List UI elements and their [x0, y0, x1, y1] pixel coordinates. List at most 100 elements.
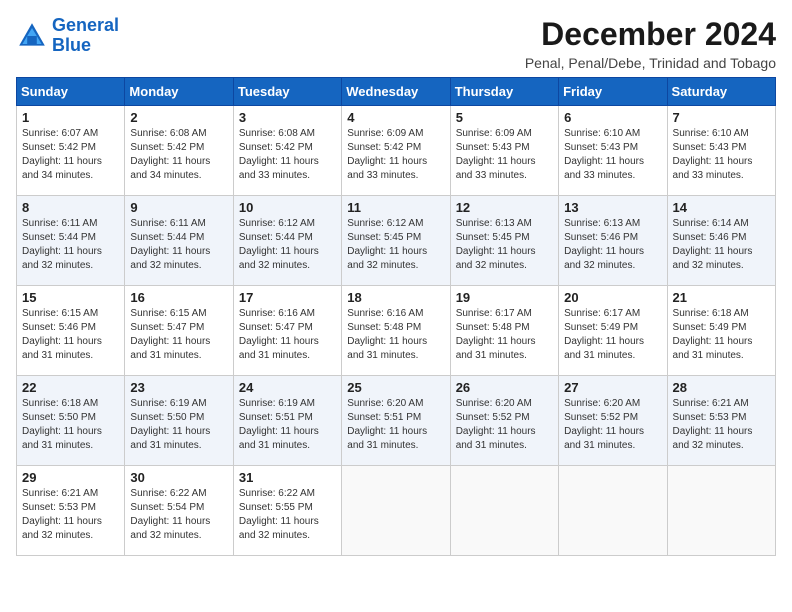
calendar-week-row: 22 Sunrise: 6:18 AM Sunset: 5:50 PM Dayli…	[17, 376, 776, 466]
day-info: Sunrise: 6:17 AM Sunset: 5:49 PM Dayligh…	[564, 307, 661, 363]
calendar-cell: 20 Sunrise: 6:17 AM Sunset: 5:49 PM Dayli…	[559, 286, 667, 376]
day-number: 29	[22, 470, 119, 485]
day-info: Sunrise: 6:12 AM Sunset: 5:45 PM Dayligh…	[347, 217, 444, 273]
day-number: 26	[456, 380, 553, 395]
calendar-cell: 16 Sunrise: 6:15 AM Sunset: 5:47 PM Dayli…	[125, 286, 233, 376]
day-number: 8	[22, 200, 119, 215]
calendar-cell: 23 Sunrise: 6:19 AM Sunset: 5:50 PM Dayli…	[125, 376, 233, 466]
day-number: 10	[239, 200, 336, 215]
calendar-cell: 15 Sunrise: 6:15 AM Sunset: 5:46 PM Dayli…	[17, 286, 125, 376]
day-number: 27	[564, 380, 661, 395]
day-number: 19	[456, 290, 553, 305]
day-info: Sunrise: 6:15 AM Sunset: 5:47 PM Dayligh…	[130, 307, 227, 363]
calendar-cell: 19 Sunrise: 6:17 AM Sunset: 5:48 PM Dayli…	[450, 286, 558, 376]
day-number: 15	[22, 290, 119, 305]
calendar-cell	[667, 466, 775, 556]
day-number: 2	[130, 110, 227, 125]
day-number: 11	[347, 200, 444, 215]
day-info: Sunrise: 6:21 AM Sunset: 5:53 PM Dayligh…	[22, 487, 119, 543]
day-number: 13	[564, 200, 661, 215]
weekday-header: Monday	[125, 78, 233, 106]
day-info: Sunrise: 6:18 AM Sunset: 5:50 PM Dayligh…	[22, 397, 119, 453]
day-number: 21	[673, 290, 770, 305]
calendar-cell: 13 Sunrise: 6:13 AM Sunset: 5:46 PM Dayli…	[559, 196, 667, 286]
day-number: 4	[347, 110, 444, 125]
calendar-cell: 27 Sunrise: 6:20 AM Sunset: 5:52 PM Dayli…	[559, 376, 667, 466]
day-info: Sunrise: 6:10 AM Sunset: 5:43 PM Dayligh…	[564, 127, 661, 183]
calendar-cell: 24Sunrise: 6:19 AM Sunset: 5:51 PM Dayli…	[233, 376, 341, 466]
day-info: Sunrise: 6:22 AM Sunset: 5:55 PM Dayligh…	[239, 487, 336, 543]
calendar-cell: 30 Sunrise: 6:22 AM Sunset: 5:54 PM Dayli…	[125, 466, 233, 556]
calendar-cell: 29 Sunrise: 6:21 AM Sunset: 5:53 PM Dayli…	[17, 466, 125, 556]
calendar-cell: 3 Sunrise: 6:08 AM Sunset: 5:42 PM Daylig…	[233, 106, 341, 196]
day-number: 22	[22, 380, 119, 395]
day-info: Sunrise: 6:19 AM Sunset: 5:51 PM Dayligh…	[239, 397, 336, 453]
weekday-header: Wednesday	[342, 78, 450, 106]
calendar-cell: 14 Sunrise: 6:14 AM Sunset: 5:46 PM Dayli…	[667, 196, 775, 286]
day-number: 18	[347, 290, 444, 305]
weekday-header: Saturday	[667, 78, 775, 106]
day-number: 14	[673, 200, 770, 215]
weekday-header: Thursday	[450, 78, 558, 106]
day-number: 3	[239, 110, 336, 125]
day-info: Sunrise: 6:16 AM Sunset: 5:48 PM Dayligh…	[347, 307, 444, 363]
logo-icon	[16, 20, 48, 52]
day-info: Sunrise: 6:19 AM Sunset: 5:50 PM Dayligh…	[130, 397, 227, 453]
calendar-table: SundayMondayTuesdayWednesdayThursdayFrid…	[16, 77, 776, 556]
calendar-cell: 6 Sunrise: 6:10 AM Sunset: 5:43 PM Daylig…	[559, 106, 667, 196]
calendar-cell: 10Sunrise: 6:12 AM Sunset: 5:44 PM Dayli…	[233, 196, 341, 286]
day-info: Sunrise: 6:22 AM Sunset: 5:54 PM Dayligh…	[130, 487, 227, 543]
calendar-cell: 18 Sunrise: 6:16 AM Sunset: 5:48 PM Dayli…	[342, 286, 450, 376]
calendar-cell: 26 Sunrise: 6:20 AM Sunset: 5:52 PM Dayli…	[450, 376, 558, 466]
calendar-week-row: 1Sunrise: 6:07 AM Sunset: 5:42 PM Daylig…	[17, 106, 776, 196]
day-info: Sunrise: 6:08 AM Sunset: 5:42 PM Dayligh…	[130, 127, 227, 183]
calendar-cell: 9 Sunrise: 6:11 AM Sunset: 5:44 PM Daylig…	[125, 196, 233, 286]
calendar-cell	[342, 466, 450, 556]
calendar-cell: 17 Sunrise: 6:16 AM Sunset: 5:47 PM Dayli…	[233, 286, 341, 376]
day-info: Sunrise: 6:08 AM Sunset: 5:42 PM Dayligh…	[239, 127, 336, 183]
day-info: Sunrise: 6:13 AM Sunset: 5:46 PM Dayligh…	[564, 217, 661, 273]
calendar-week-row: 29 Sunrise: 6:21 AM Sunset: 5:53 PM Dayli…	[17, 466, 776, 556]
day-info: Sunrise: 6:11 AM Sunset: 5:44 PM Dayligh…	[22, 217, 119, 273]
calendar-cell: 12Sunrise: 6:13 AM Sunset: 5:45 PM Dayli…	[450, 196, 558, 286]
day-info: Sunrise: 6:10 AM Sunset: 5:43 PM Dayligh…	[673, 127, 770, 183]
day-number: 12	[456, 200, 553, 215]
day-number: 30	[130, 470, 227, 485]
day-info: Sunrise: 6:15 AM Sunset: 5:46 PM Dayligh…	[22, 307, 119, 363]
month-title: December 2024	[525, 16, 776, 53]
day-info: Sunrise: 6:17 AM Sunset: 5:48 PM Dayligh…	[456, 307, 553, 363]
day-info: Sunrise: 6:21 AM Sunset: 5:53 PM Dayligh…	[673, 397, 770, 453]
day-info: Sunrise: 6:14 AM Sunset: 5:46 PM Dayligh…	[673, 217, 770, 273]
calendar-cell: 11 Sunrise: 6:12 AM Sunset: 5:45 PM Dayli…	[342, 196, 450, 286]
day-info: Sunrise: 6:09 AM Sunset: 5:43 PM Dayligh…	[456, 127, 553, 183]
day-number: 23	[130, 380, 227, 395]
logo-text: General Blue	[52, 16, 119, 56]
day-number: 6	[564, 110, 661, 125]
day-number: 1	[22, 110, 119, 125]
day-number: 28	[673, 380, 770, 395]
calendar-cell: 7 Sunrise: 6:10 AM Sunset: 5:43 PM Daylig…	[667, 106, 775, 196]
logo: General Blue	[16, 16, 119, 56]
day-number: 17	[239, 290, 336, 305]
day-number: 7	[673, 110, 770, 125]
day-number: 9	[130, 200, 227, 215]
day-info: Sunrise: 6:20 AM Sunset: 5:51 PM Dayligh…	[347, 397, 444, 453]
calendar-cell: 22 Sunrise: 6:18 AM Sunset: 5:50 PM Dayli…	[17, 376, 125, 466]
location-title: Penal, Penal/Debe, Trinidad and Tobago	[525, 55, 776, 71]
calendar-cell: 1Sunrise: 6:07 AM Sunset: 5:42 PM Daylig…	[17, 106, 125, 196]
day-number: 16	[130, 290, 227, 305]
day-number: 20	[564, 290, 661, 305]
title-block: December 2024 Penal, Penal/Debe, Trinida…	[525, 16, 776, 71]
day-info: Sunrise: 6:11 AM Sunset: 5:44 PM Dayligh…	[130, 217, 227, 273]
day-info: Sunrise: 6:18 AM Sunset: 5:49 PM Dayligh…	[673, 307, 770, 363]
day-number: 25	[347, 380, 444, 395]
calendar-cell: 25 Sunrise: 6:20 AM Sunset: 5:51 PM Dayli…	[342, 376, 450, 466]
day-info: Sunrise: 6:20 AM Sunset: 5:52 PM Dayligh…	[456, 397, 553, 453]
calendar-cell	[559, 466, 667, 556]
day-info: Sunrise: 6:16 AM Sunset: 5:47 PM Dayligh…	[239, 307, 336, 363]
calendar-cell: 8 Sunrise: 6:11 AM Sunset: 5:44 PM Daylig…	[17, 196, 125, 286]
weekday-header: Sunday	[17, 78, 125, 106]
day-info: Sunrise: 6:20 AM Sunset: 5:52 PM Dayligh…	[564, 397, 661, 453]
weekday-header: Tuesday	[233, 78, 341, 106]
calendar-cell: 4Sunrise: 6:09 AM Sunset: 5:42 PM Daylig…	[342, 106, 450, 196]
